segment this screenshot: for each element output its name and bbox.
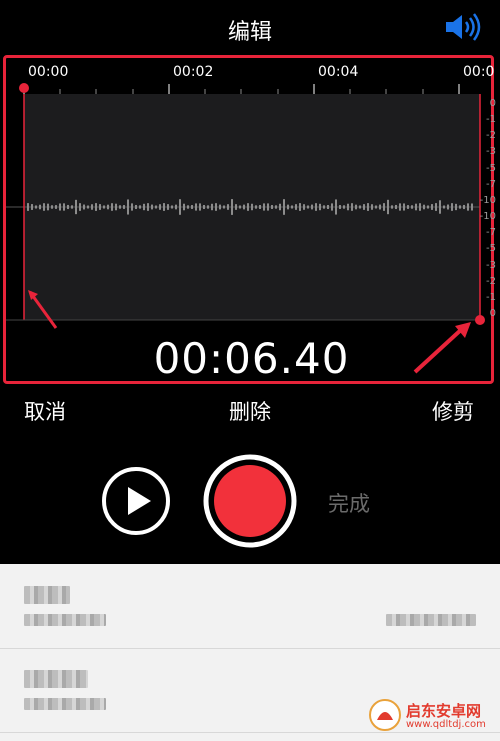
db-scale-label: -3 [486,259,496,271]
db-scale-label: -1 [486,114,496,126]
watermark: 启东安卓网 www.qdltdj.com [368,696,500,736]
db-scale-label: -3 [486,146,496,158]
play-button[interactable] [101,466,171,536]
db-scale-label: -7 [486,178,496,190]
db-scale-label: -1 [486,291,496,303]
annotation-arrow-left [28,290,58,329]
done-button[interactable]: 完成 [328,488,370,518]
db-scale-label: -10 [479,194,496,206]
record-button[interactable] [203,454,297,548]
db-scale-label: 0 [489,308,496,319]
trim-handles [6,94,481,321]
tick-label: 00:02 [173,64,214,80]
delete-button-row: 删除 [0,396,500,426]
db-scale-label: -10 [479,211,496,223]
db-scale-label: -2 [486,130,496,142]
db-scale-label: -7 [486,227,496,239]
time-readout: 00:06.40 [153,334,350,383]
delete-button[interactable]: 删除 [229,400,271,424]
trim-start-handle[interactable] [18,82,30,94]
db-scale-label: -2 [486,275,496,287]
cancel-button[interactable]: 取消 [24,396,66,426]
watermark-name: 启东安卓网 [406,702,482,720]
list-item[interactable] [0,564,500,649]
watermark-url: www.qdltdj.com [406,719,486,730]
page-title: 编辑 [227,20,272,45]
pixelated-title [24,670,88,688]
pixelated-title [24,586,70,604]
waveform-editor: 00:00 00:02 00:04 00:0 0 -1 -2 -3 -5 -7 -10 -10… [3,55,496,384]
trim-end-handle[interactable] [474,314,486,326]
db-scale-label: 0 [489,98,496,109]
db-scale-label: -5 [486,162,496,174]
speaker-volume-icon[interactable] [444,12,484,42]
db-scale-label: -5 [486,243,496,255]
play-icon [128,487,151,515]
pixelated-date [24,614,106,626]
pixelated-date [24,698,106,710]
timeline-ruler[interactable]: 00:00 00:02 00:04 00:0 [6,58,495,94]
db-scale: 0 -1 -2 -3 -5 -7 -10 -10 -7 -5 -3 -2 -1 0 [479,98,496,319]
trim-button[interactable]: 修剪 [432,396,474,426]
watermark-logo-icon [369,699,401,731]
tick-label: 00:04 [318,64,359,80]
tick-label: 00:00 [28,64,69,80]
tick-label: 00:0 [463,64,495,80]
pixelated-duration [386,614,476,626]
ruler-ticks [23,84,460,94]
record-icon [214,465,286,537]
